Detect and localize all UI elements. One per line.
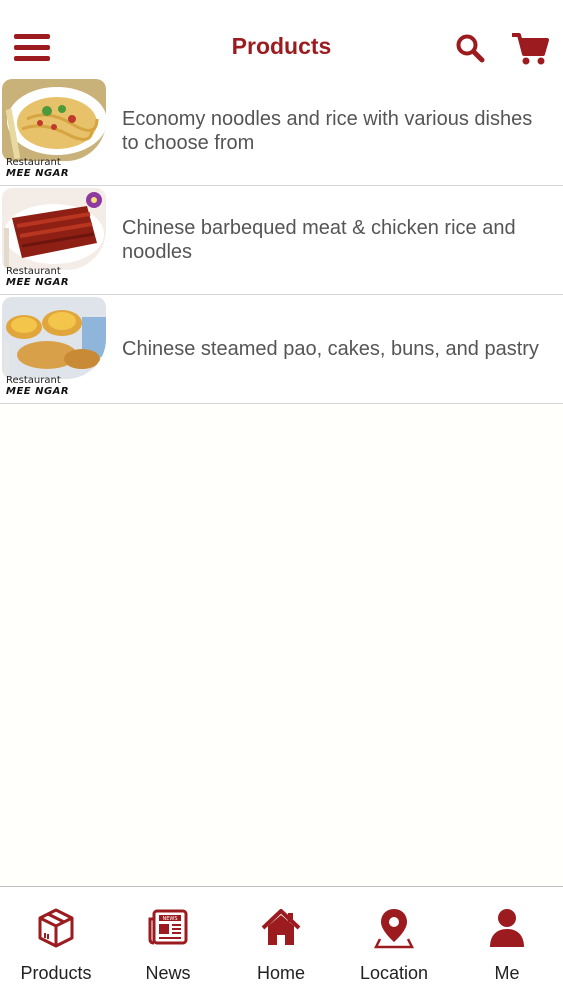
- tab-label: Home: [256, 963, 305, 983]
- product-thumbnail: Restaurant MEE NGAR: [0, 77, 108, 185]
- tab-location[interactable]: Location: [338, 887, 450, 1000]
- product-description: Chinese barbequed meat & chicken rice an…: [122, 217, 516, 263]
- tab-label: News: [145, 963, 191, 983]
- user-icon: [487, 907, 527, 949]
- tab-products[interactable]: Products: [0, 887, 112, 1000]
- product-list: Restaurant MEE NGAR Economy noodles and …: [0, 77, 563, 404]
- newspaper-icon: NEWS: [148, 907, 188, 949]
- product-description: Chinese steamed pao, cakes, buns, and pa…: [122, 338, 539, 360]
- search-icon[interactable]: [455, 33, 485, 63]
- brand-logo-top: Restaurant: [6, 266, 61, 277]
- noodles-photo: [2, 79, 106, 161]
- bottom-tab-bar: Products NEWS News Home Location Me: [0, 886, 563, 1000]
- tab-home[interactable]: Home: [225, 887, 337, 1000]
- product-description: Economy noodles and rice with various di…: [122, 108, 533, 154]
- map-pin-icon: [373, 907, 415, 949]
- brand-logo-bottom: MEE NGAR: [6, 168, 70, 179]
- home-icon: [261, 907, 301, 949]
- brand-logo-top: Restaurant: [6, 375, 61, 386]
- tab-label: Me: [494, 963, 520, 983]
- app-header: Products: [0, 0, 563, 78]
- brand-logo-bottom: MEE NGAR: [6, 386, 70, 397]
- product-row-barbeque[interactable]: Restaurant MEE NGAR Chinese barbequed me…: [0, 186, 563, 295]
- product-thumbnail: Restaurant MEE NGAR: [0, 295, 108, 403]
- pastry-photo: [2, 297, 106, 379]
- package-box-icon: [36, 907, 76, 949]
- tab-label: Products: [20, 963, 92, 983]
- tab-news[interactable]: NEWS News: [112, 887, 224, 1000]
- svg-text:NEWS: NEWS: [162, 916, 177, 922]
- tab-me[interactable]: Me: [451, 887, 563, 1000]
- product-thumbnail: Restaurant MEE NGAR: [0, 186, 108, 294]
- brand-logo-top: Restaurant: [6, 157, 61, 168]
- brand-logo-bottom: MEE NGAR: [6, 277, 70, 288]
- product-row-noodles[interactable]: Restaurant MEE NGAR Economy noodles and …: [0, 77, 563, 186]
- product-row-pastry[interactable]: Restaurant MEE NGAR Chinese steamed pao,…: [0, 295, 563, 404]
- barbeque-meat-photo: [2, 188, 106, 270]
- shopping-cart-icon[interactable]: [511, 32, 549, 66]
- tab-label: Location: [359, 963, 429, 983]
